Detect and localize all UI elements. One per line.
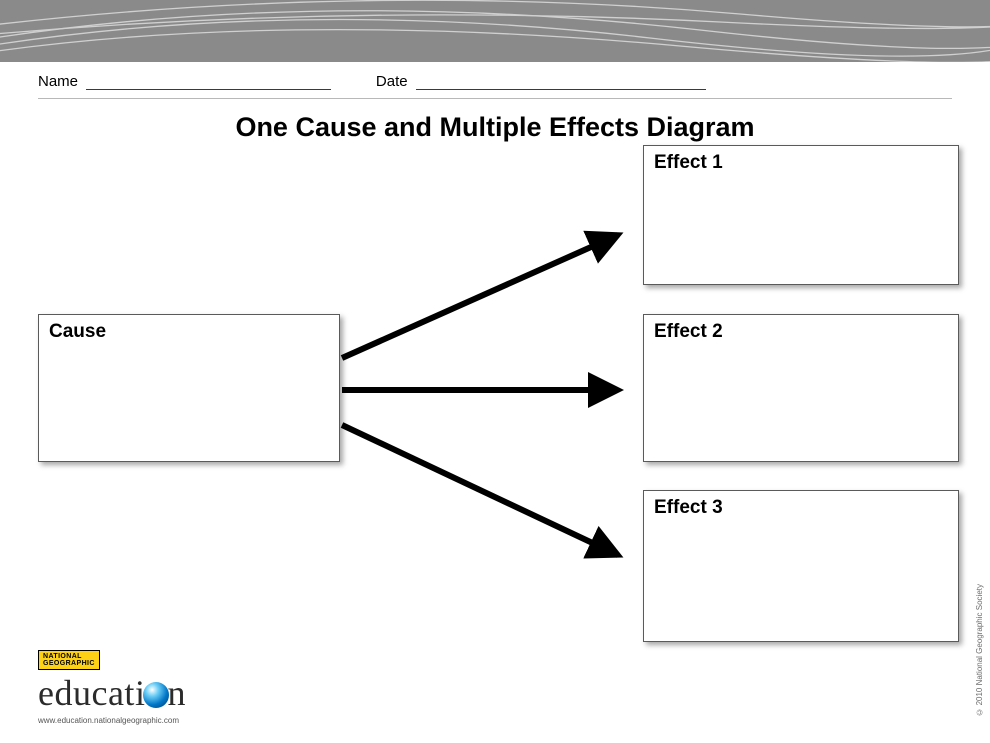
effect-1-box[interactable]: Effect 1 xyxy=(643,145,959,285)
form-row: Name Date xyxy=(38,72,758,96)
worksheet-page: Name Date One Cause and Multiple Effects… xyxy=(0,0,990,743)
effect-2-box[interactable]: Effect 2 xyxy=(643,314,959,462)
date-input-line[interactable] xyxy=(416,76,706,90)
logo-suffix: n xyxy=(167,673,186,713)
effect-3-box-label: Effect 3 xyxy=(654,497,723,518)
footer: NATIONAL GEOGRAPHIC educati n www.educati… xyxy=(38,650,186,725)
natgeo-badge-icon: NATIONAL GEOGRAPHIC xyxy=(38,650,100,670)
cause-box-label: Cause xyxy=(49,321,106,342)
name-input-line[interactable] xyxy=(86,76,331,90)
name-label: Name xyxy=(38,73,78,90)
logo-prefix: educati xyxy=(38,673,145,713)
effect-3-box[interactable]: Effect 3 xyxy=(643,490,959,642)
page-title: One Cause and Multiple Effects Diagram xyxy=(0,112,990,143)
globe-icon xyxy=(143,682,169,708)
cause-box[interactable]: Cause xyxy=(38,314,340,462)
badge-line-2: GEOGRAPHIC xyxy=(43,660,95,667)
divider xyxy=(38,98,952,99)
header-band xyxy=(0,0,990,62)
badge-line-1: NATIONAL xyxy=(43,653,82,660)
copyright: © 2010 National Geographic Society xyxy=(975,584,984,717)
footer-url: www.education.nationalgeographic.com xyxy=(38,716,186,725)
header-swoosh-icon xyxy=(0,0,990,62)
effect-1-box-label: Effect 1 xyxy=(654,152,723,173)
effect-2-box-label: Effect 2 xyxy=(654,321,723,342)
education-logo: educati n xyxy=(38,672,186,714)
date-label: Date xyxy=(376,73,408,90)
